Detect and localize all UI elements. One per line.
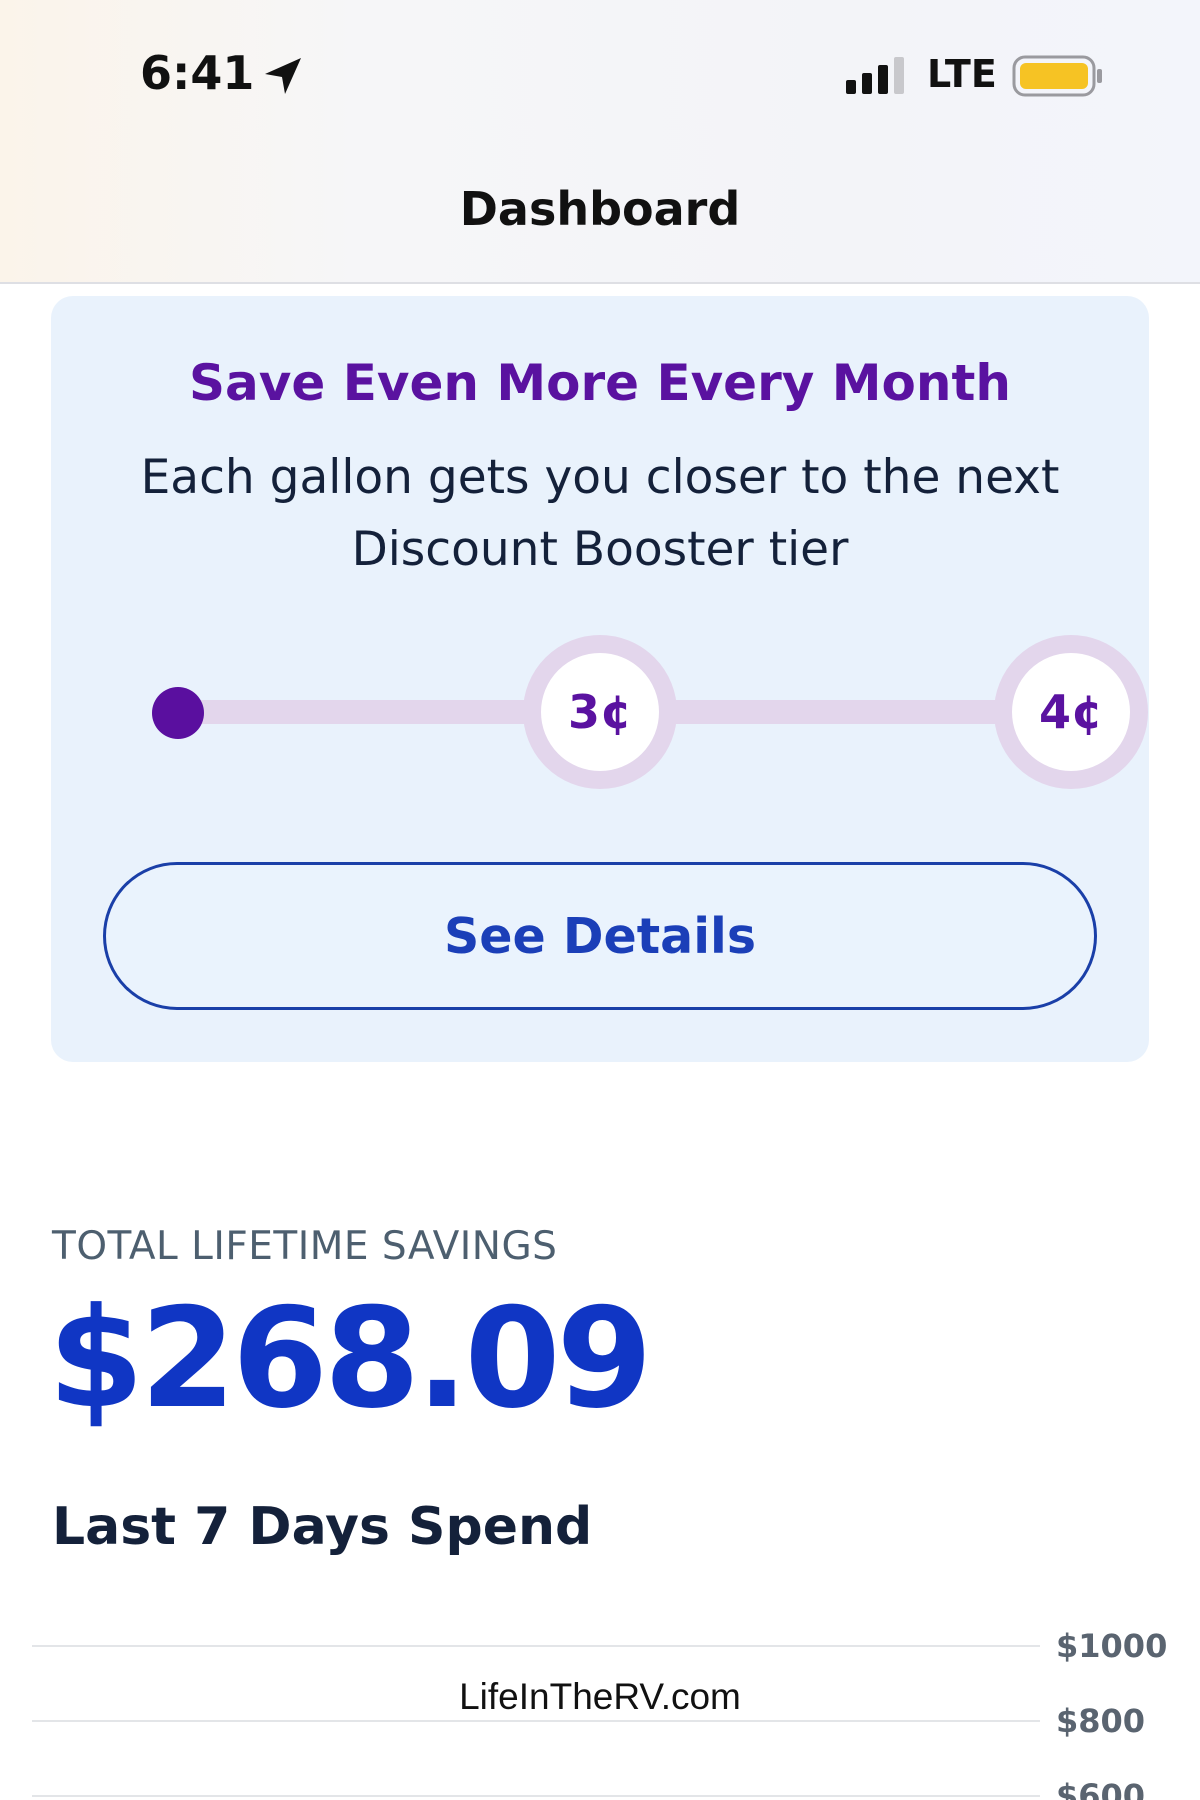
- cellular-signal-icon: [846, 57, 904, 94]
- tier-progress: 3¢ 4¢: [101, 632, 1148, 792]
- y-tick-label: $1000: [1056, 1627, 1167, 1665]
- dashboard-screen: 6:41 LTE Dashboard Save Even More Every …: [0, 0, 1200, 1800]
- status-time: 6:41: [140, 46, 255, 100]
- promo-title: Save Even More Every Month: [189, 354, 1011, 412]
- tier-3-cent: 3¢: [523, 635, 677, 789]
- page-title: Dashboard: [459, 182, 741, 236]
- watermark: LifeInTheRV.com: [459, 1676, 741, 1717]
- location-arrow-icon: [265, 58, 301, 94]
- progress-marker: [152, 687, 204, 739]
- spend-chart-heading: Last 7 Days Spend: [52, 1497, 593, 1557]
- discount-booster-card: Save Even More Every Month Each gallon g…: [51, 296, 1149, 1062]
- see-details-button[interactable]: See Details: [103, 862, 1097, 1010]
- battery-icon: [1012, 55, 1102, 97]
- header-area: 6:41 LTE Dashboard: [0, 0, 1200, 284]
- tier-4-cent: 4¢: [994, 635, 1148, 789]
- lifetime-savings-value: $268.09: [48, 1278, 653, 1439]
- network-type: LTE: [927, 52, 997, 96]
- promo-subtitle: Each gallon gets you closer to the next …: [140, 450, 1060, 577]
- lifetime-savings-label: TOTAL LIFETIME SAVINGS: [52, 1224, 558, 1269]
- status-bar: 6:41 LTE: [0, 0, 1200, 150]
- y-tick-label: $600: [1056, 1777, 1145, 1800]
